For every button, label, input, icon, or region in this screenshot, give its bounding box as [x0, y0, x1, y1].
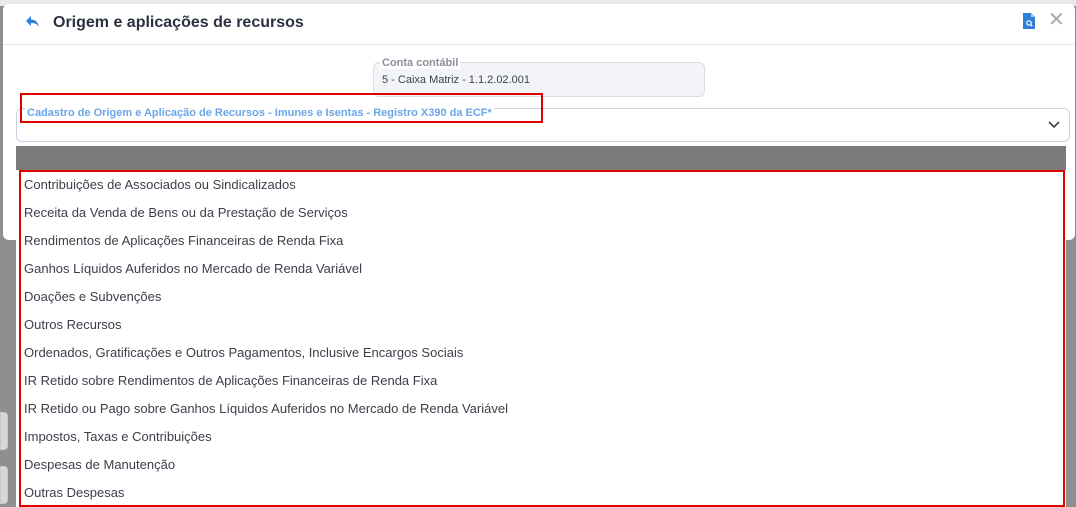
- conta-contabil-label: Conta contábil: [380, 57, 461, 69]
- close-icon[interactable]: ✕: [1048, 10, 1065, 30]
- highlight-box-label: [20, 93, 543, 123]
- background-left-tab: [0, 466, 8, 504]
- highlight-box-options: [19, 170, 1065, 507]
- chevron-down-icon[interactable]: [1047, 117, 1061, 131]
- dropdown-header: [16, 146, 1066, 170]
- background-left-tab: [0, 412, 8, 450]
- back-arrow-icon[interactable]: [24, 13, 42, 31]
- modal-header: Origem e aplicações de recursos ✕: [3, 4, 1075, 45]
- document-icon[interactable]: [1022, 12, 1036, 30]
- conta-contabil-value: 5 - Caixa Matriz - 1.1.2.02.001: [382, 74, 530, 86]
- modal-title: Origem e aplicações de recursos: [53, 14, 304, 31]
- conta-contabil-field: Conta contábil 5 - Caixa Matriz - 1.1.2.…: [373, 57, 705, 97]
